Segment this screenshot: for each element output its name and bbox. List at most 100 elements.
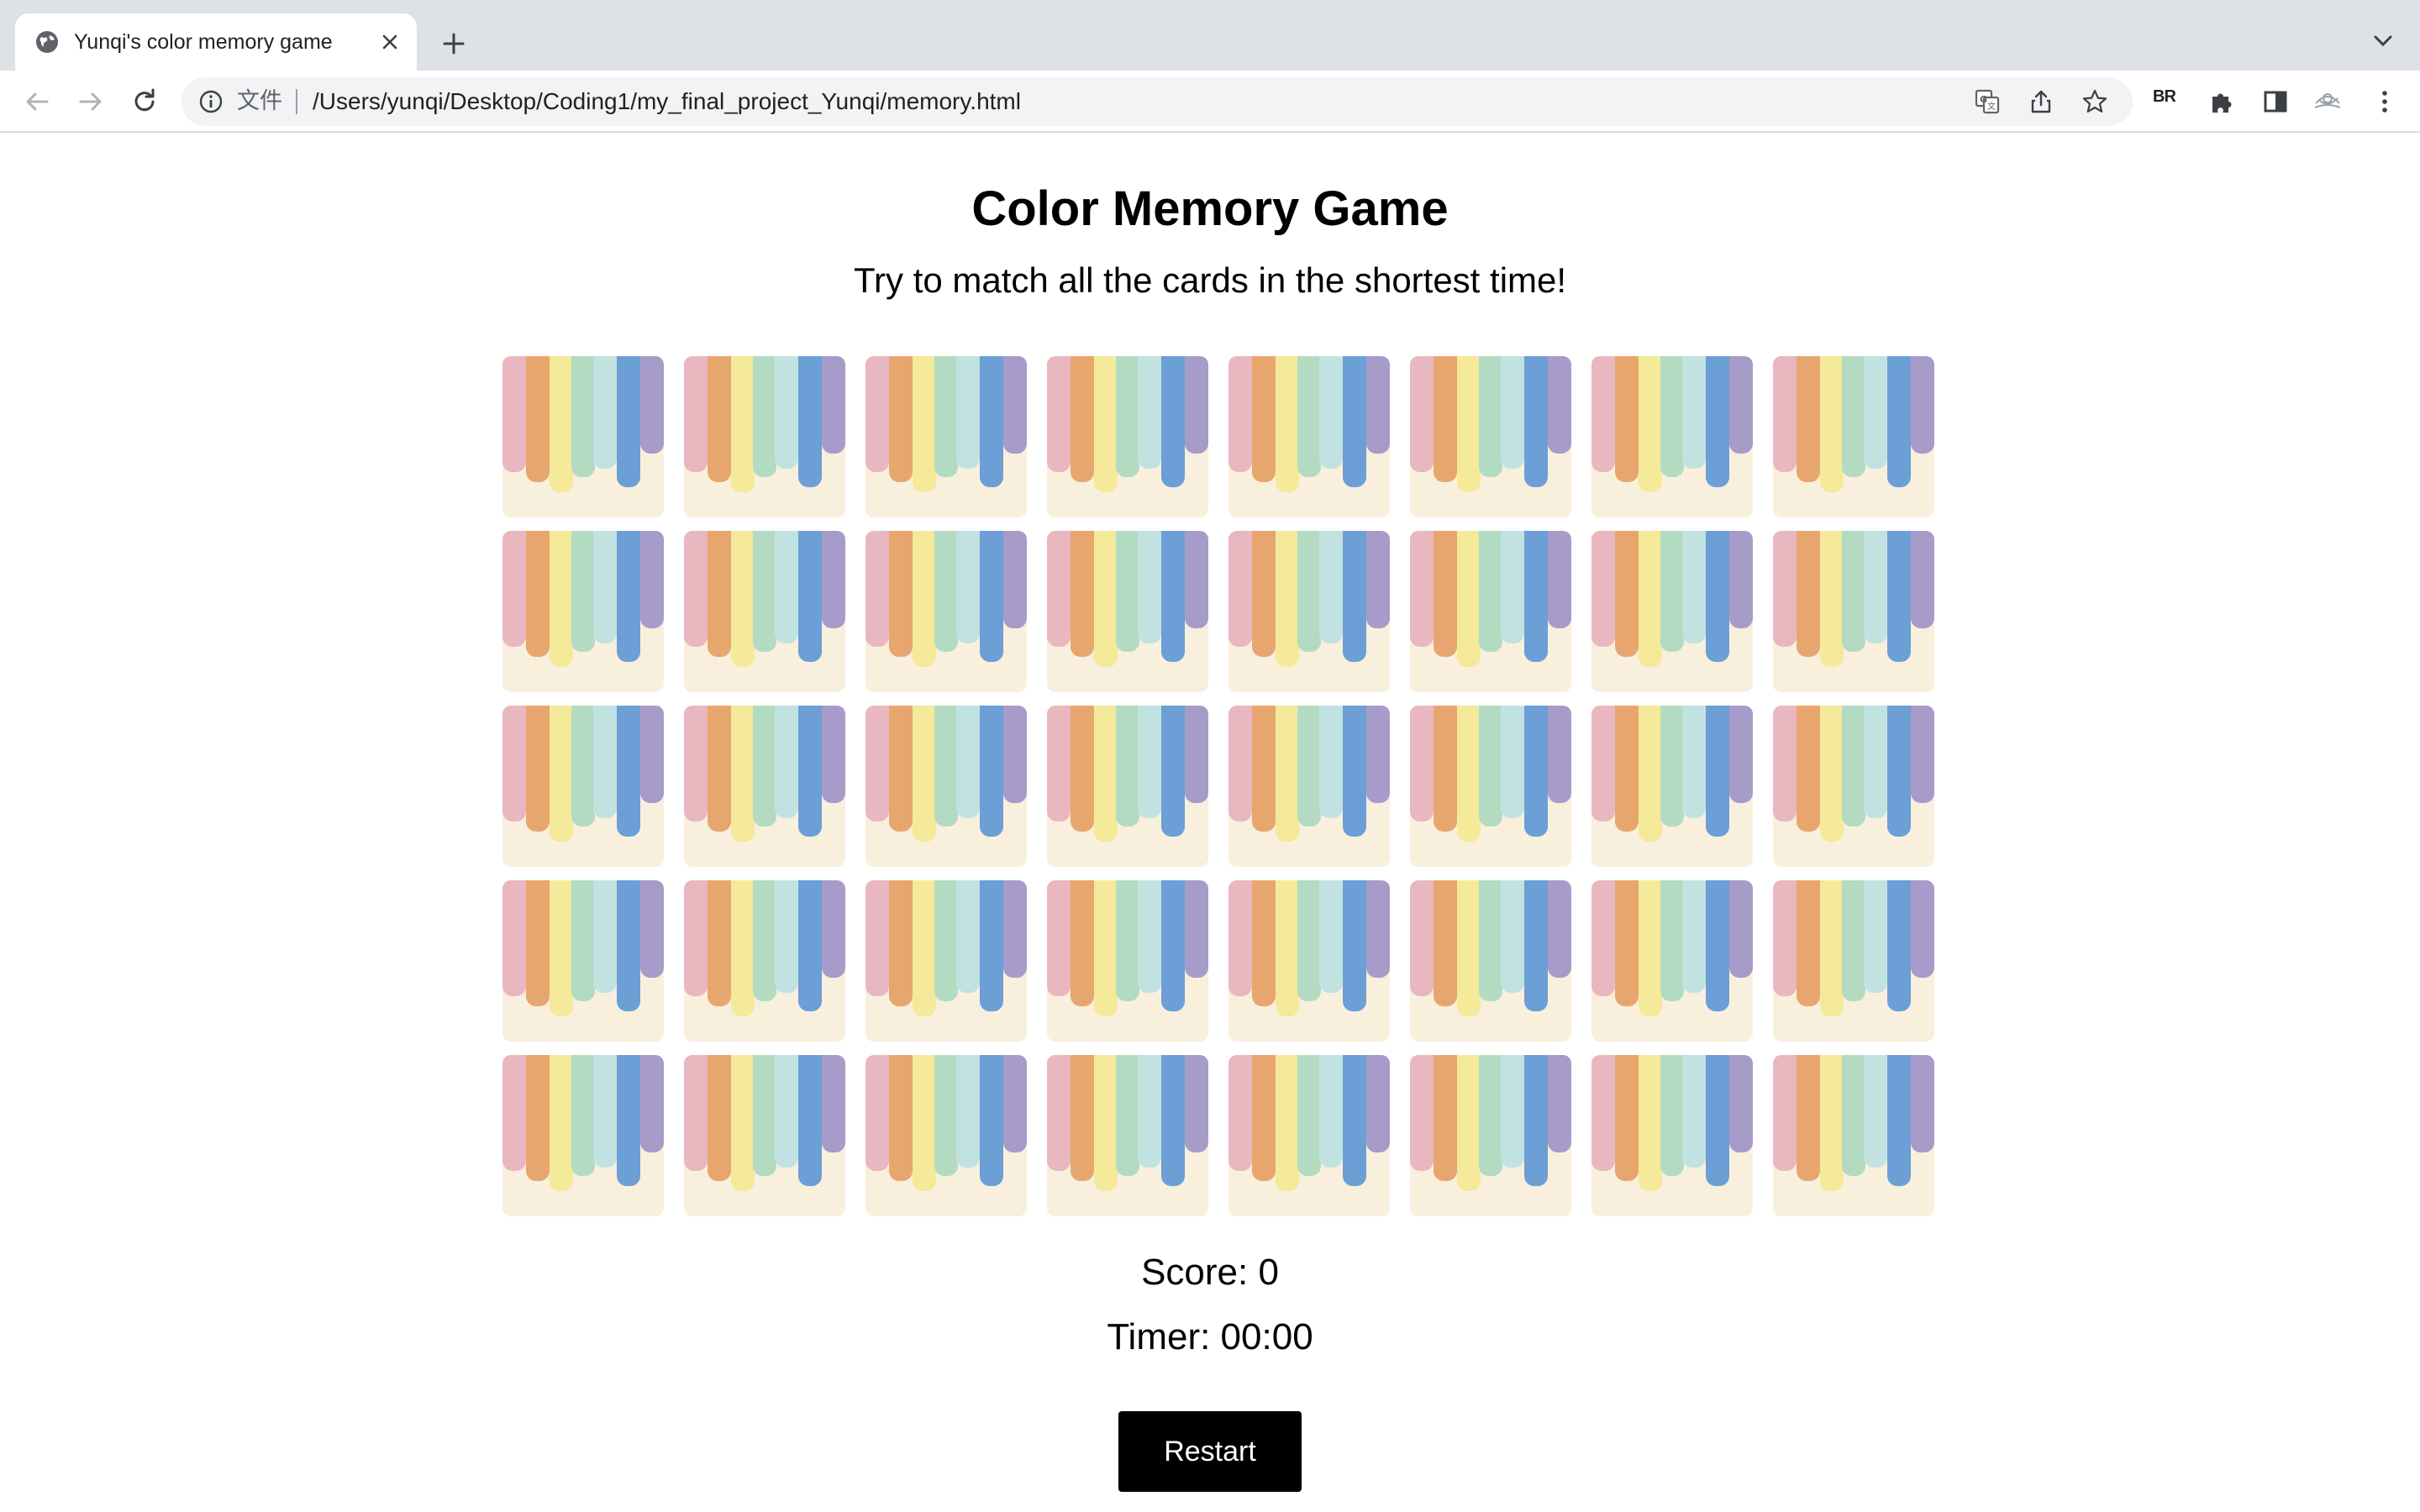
card-back-pattern [1228, 880, 1390, 1016]
memory-card[interactable] [1591, 356, 1753, 517]
card-stripe [1842, 1055, 1865, 1176]
bookmark-star-icon[interactable] [2081, 87, 2109, 116]
tab-title: Yunqi's color memory game [74, 30, 333, 54]
memory-card[interactable] [1591, 706, 1753, 867]
browser-tab[interactable]: Yunqi's color memory game [15, 13, 417, 71]
memory-card[interactable] [684, 706, 845, 867]
memory-card[interactable] [1047, 531, 1208, 692]
memory-card[interactable] [1773, 356, 1934, 517]
card-stripe [1410, 880, 1434, 996]
new-tab-plus-icon[interactable] [437, 27, 471, 60]
card-stripe [1820, 1055, 1844, 1191]
memory-card[interactable] [1410, 706, 1571, 867]
translate-icon[interactable]: G 文 [1973, 87, 2002, 116]
restart-button[interactable]: Restart [1118, 1411, 1302, 1492]
extensions-puzzle-icon[interactable] [2205, 85, 2238, 118]
memory-card[interactable] [1773, 706, 1934, 867]
memory-card[interactable] [1410, 880, 1571, 1042]
card-back-pattern [1410, 706, 1571, 842]
memory-card[interactable] [1591, 531, 1753, 692]
memory-card[interactable] [1047, 880, 1208, 1042]
card-grid [502, 356, 1936, 1216]
card-back-pattern [1228, 531, 1390, 667]
memory-card[interactable] [1773, 1055, 1934, 1216]
card-stripe [1185, 880, 1208, 978]
card-back-pattern [1228, 706, 1390, 842]
url-text[interactable]: /Users/yunqi/Desktop/Coding1/my_final_pr… [313, 87, 1021, 116]
card-stripe [1887, 706, 1911, 837]
card-stripe [1660, 706, 1684, 827]
memory-card[interactable] [1047, 706, 1208, 867]
memory-card[interactable] [502, 706, 664, 867]
memory-card[interactable] [1228, 706, 1390, 867]
card-stripe [1591, 880, 1615, 996]
card-stripe [640, 880, 664, 978]
memory-card[interactable] [1228, 356, 1390, 517]
card-stripe [1706, 531, 1729, 662]
memory-card[interactable] [865, 880, 1027, 1042]
close-icon[interactable] [376, 29, 403, 55]
memory-card[interactable] [865, 706, 1027, 867]
side-panel-icon[interactable] [2259, 85, 2292, 118]
card-stripe [956, 1055, 980, 1168]
card-stripe [1343, 1055, 1366, 1186]
card-stripe [1071, 356, 1094, 482]
card-stripe [1706, 356, 1729, 487]
memory-card[interactable] [1410, 531, 1571, 692]
memory-card[interactable] [1228, 880, 1390, 1042]
memory-card[interactable] [1228, 531, 1390, 692]
memory-card[interactable] [684, 880, 845, 1042]
memory-card[interactable] [1047, 356, 1208, 517]
memory-card[interactable] [865, 531, 1027, 692]
memory-card[interactable] [502, 356, 664, 517]
memory-card[interactable] [1773, 531, 1934, 692]
address-bar[interactable]: 文件 /Users/yunqi/Desktop/Coding1/my_final… [182, 77, 2133, 126]
reload-icon[interactable] [128, 85, 161, 118]
forward-arrow-icon[interactable] [74, 85, 108, 118]
share-icon[interactable] [2027, 87, 2055, 116]
card-stripe [1228, 1055, 1252, 1171]
back-arrow-icon[interactable] [20, 85, 54, 118]
memory-card[interactable] [684, 356, 845, 517]
card-back-pattern [684, 531, 845, 667]
chevron-down-icon[interactable] [2368, 29, 2398, 54]
card-stripe [1228, 880, 1252, 996]
memory-card[interactable] [502, 531, 664, 692]
card-stripe [617, 880, 640, 1011]
card-back-pattern [1410, 356, 1571, 492]
card-stripe [775, 531, 798, 643]
memory-card[interactable] [1591, 880, 1753, 1042]
more-menu-icon[interactable] [2368, 85, 2402, 118]
memory-card[interactable] [684, 1055, 845, 1216]
card-stripe [1116, 356, 1139, 477]
card-back-pattern [502, 1055, 664, 1191]
memory-card[interactable] [1047, 1055, 1208, 1216]
memory-card[interactable] [1410, 356, 1571, 517]
memory-card[interactable] [865, 356, 1027, 517]
card-stripe [1639, 880, 1662, 1016]
card-stripe [798, 531, 822, 662]
omnibox-divider [296, 89, 297, 114]
memory-card[interactable] [865, 1055, 1027, 1216]
memory-card[interactable] [1410, 1055, 1571, 1216]
memory-card[interactable] [502, 880, 664, 1042]
memory-card[interactable] [1591, 1055, 1753, 1216]
card-stripe [1501, 531, 1524, 643]
card-stripe [1682, 1055, 1706, 1168]
profile-avatar-icon[interactable] [2311, 85, 2344, 118]
card-stripe [865, 706, 889, 822]
card-stripe [1682, 531, 1706, 643]
card-stripe [617, 1055, 640, 1186]
card-stripe [1410, 1055, 1434, 1171]
card-stripe [1864, 356, 1887, 469]
info-icon[interactable] [198, 89, 224, 114]
card-stripe [1797, 1055, 1820, 1181]
memory-card[interactable] [502, 1055, 664, 1216]
memory-card[interactable] [684, 531, 845, 692]
memory-card[interactable] [1773, 880, 1934, 1042]
card-stripe [1457, 531, 1481, 667]
memory-card[interactable] [1228, 1055, 1390, 1216]
card-stripe [1479, 356, 1502, 477]
card-back-pattern [1047, 706, 1208, 842]
br-extension-icon[interactable]: BR [2153, 87, 2176, 107]
